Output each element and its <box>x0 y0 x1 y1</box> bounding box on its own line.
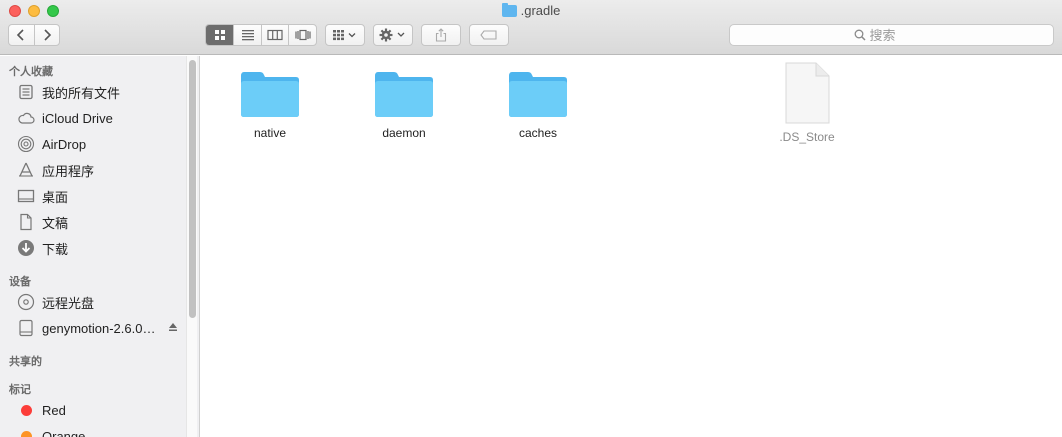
devices-section-title: 设备 <box>9 276 31 288</box>
folder-icon <box>501 3 517 17</box>
search-input[interactable] <box>869 27 930 43</box>
disc-icon <box>16 292 36 312</box>
sidebar-item-documents[interactable]: 文稿 <box>16 211 186 233</box>
view-mode-group <box>205 24 317 46</box>
arrange-grid-icon <box>333 30 356 41</box>
downloads-icon <box>16 238 36 258</box>
search-icon <box>854 29 866 41</box>
sidebar-item-label: Orange <box>42 428 86 437</box>
sidebar-item-label: 我的所有文件 <box>42 85 121 101</box>
window-title: .gradle <box>0 3 1062 18</box>
list-icon <box>241 30 254 41</box>
tags-section-title: 标记 <box>9 384 31 396</box>
red-tag-icon <box>21 404 32 416</box>
icon-view-button[interactable] <box>206 25 234 45</box>
folder-icon <box>508 70 568 118</box>
sidebar-item-desktop[interactable]: 桌面 <box>16 185 186 207</box>
list-view-button[interactable] <box>233 25 261 45</box>
action-button[interactable] <box>373 24 413 46</box>
sidebar-item-airdrop[interactable]: AirDrop <box>16 133 186 155</box>
toolbar: .gradle <box>0 0 1062 55</box>
sidebar-item-applications[interactable]: 应用程序 <box>16 159 186 181</box>
file-name: caches <box>518 126 558 140</box>
airdrop-icon <box>16 134 36 154</box>
forward-button[interactable] <box>33 25 59 45</box>
window-title-text: .gradle <box>520 3 561 18</box>
search-field[interactable] <box>729 24 1054 46</box>
chevron-left-icon <box>17 29 25 41</box>
applications-icon <box>16 160 36 180</box>
gear-icon <box>379 28 405 42</box>
coverflow-icon <box>295 29 311 41</box>
documents-icon <box>16 212 36 232</box>
file-item-caches[interactable]: caches <box>483 70 593 140</box>
favorites-section-title: 个人收藏 <box>9 66 53 78</box>
chevron-right-icon <box>44 29 52 41</box>
sidebar-item-tag-orange[interactable]: Orange <box>16 425 186 437</box>
file-name: .DS_Store <box>779 130 835 144</box>
eject-icon <box>169 323 177 331</box>
sidebar-item-label: Red <box>42 402 66 418</box>
sidebar-scrollbar[interactable] <box>186 56 197 437</box>
share-button[interactable] <box>421 24 461 46</box>
drive-icon <box>16 318 36 338</box>
eject-button[interactable] <box>168 322 178 335</box>
folder-icon <box>240 70 300 118</box>
grid-icon <box>214 30 225 40</box>
sidebar-item-label: 远程光盘 <box>42 295 95 311</box>
chevron-down-icon <box>348 33 356 38</box>
sidebar-item-genymotion[interactable]: genymotion-2.6.0… <box>16 317 186 339</box>
back-button[interactable] <box>9 25 34 45</box>
edit-tags-button[interactable] <box>469 24 509 46</box>
file-browser-content: native daemon caches .DS_Store <box>201 56 1062 437</box>
arrange-button[interactable] <box>325 24 365 46</box>
sidebar-item-tag-red[interactable]: Red <box>16 399 186 421</box>
column-view-button[interactable] <box>260 25 289 45</box>
file-item-daemon[interactable]: daemon <box>349 70 459 140</box>
file-item-native[interactable]: native <box>215 70 325 140</box>
folder-icon <box>374 70 434 118</box>
share-icon <box>435 28 447 42</box>
sidebar-item-remote-disc[interactable]: 远程光盘 <box>16 291 186 313</box>
desktop-icon <box>16 186 36 206</box>
sidebar-item-label: iCloud Drive <box>42 110 113 126</box>
sidebar-item-icloud-drive[interactable]: iCloud Drive <box>16 107 186 129</box>
file-name: daemon <box>382 126 426 140</box>
coverflow-view-button[interactable] <box>288 25 316 45</box>
sidebar-item-label: 文稿 <box>42 215 69 231</box>
cloud-icon <box>16 108 36 128</box>
back-forward-group <box>8 24 60 46</box>
columns-icon <box>267 29 283 41</box>
sidebar-item-label: AirDrop <box>42 136 87 152</box>
all-files-icon <box>16 82 36 102</box>
file-item-ds-store[interactable]: .DS_Store <box>752 62 862 144</box>
sidebar-item-downloads[interactable]: 下载 <box>16 237 186 259</box>
sidebar-item-label: 应用程序 <box>42 163 95 179</box>
file-name: native <box>253 126 287 140</box>
shared-section-title: 共享的 <box>9 356 42 368</box>
scrollbar-thumb[interactable] <box>189 60 196 318</box>
sidebar-item-label: 下载 <box>42 241 69 257</box>
sidebar: 个人收藏 我的所有文件 iCloud Drive AirDrop 应用程序 桌面 <box>0 56 200 437</box>
orange-tag-icon <box>21 430 32 437</box>
document-icon <box>784 62 830 124</box>
sidebar-item-label: 桌面 <box>42 189 69 205</box>
tag-icon <box>480 30 497 40</box>
sidebar-item-label: genymotion-2.6.0… <box>42 320 156 336</box>
sidebar-item-all-files[interactable]: 我的所有文件 <box>16 81 186 103</box>
